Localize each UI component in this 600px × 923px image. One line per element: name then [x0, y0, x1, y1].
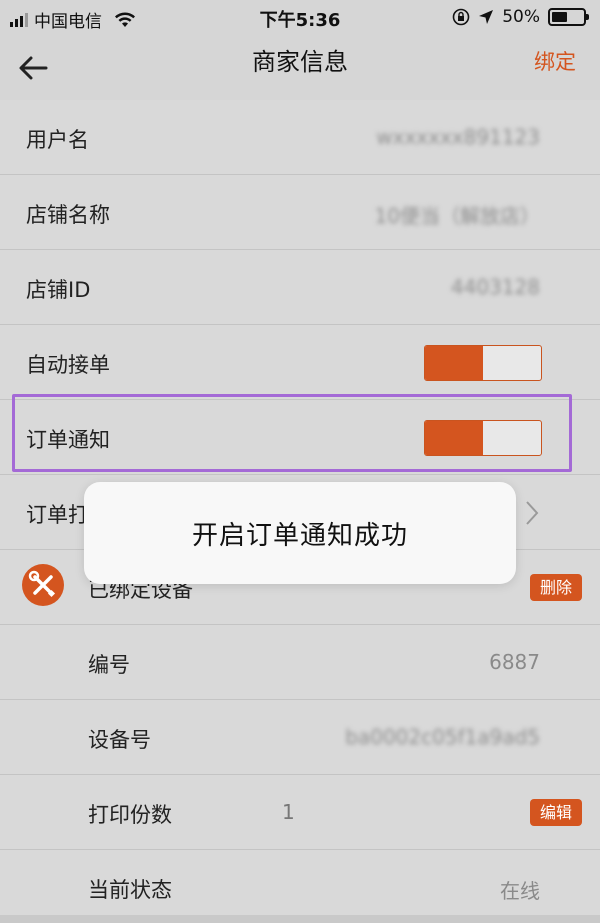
edit-copies-button[interactable]: 编辑 — [529, 799, 582, 826]
toast-text: 开启订单通知成功 — [191, 520, 408, 551]
print-copies-label: 打印份数 — [88, 803, 172, 827]
highlight-box — [12, 394, 572, 472]
toggle-on-segment — [425, 346, 483, 380]
toast-message: 开启订单通知成功 — [84, 482, 516, 584]
battery-icon — [548, 8, 589, 26]
status-bar: 中国电信 下午5:36 50% — [0, 0, 600, 36]
auto-accept-toggle[interactable] — [424, 345, 542, 381]
location-arrow-icon — [479, 10, 494, 24]
delete-device-button[interactable]: 删除 — [529, 574, 582, 601]
status-right: 50% — [452, 7, 589, 27]
store-name-label: 店铺名称 — [26, 203, 110, 227]
row-print-copies: 打印份数 1 编辑 — [0, 775, 600, 850]
number-value: 6887 — [489, 650, 540, 674]
auto-accept-label: 自动接单 — [26, 353, 110, 377]
row-device-no: 设备号 ba0002c05f1a9ad5 — [0, 700, 600, 775]
device-no-value: ba0002c05f1a9ad5 — [345, 725, 540, 749]
store-id-value: 4403128 — [450, 275, 540, 299]
tools-icon — [22, 564, 64, 606]
print-copies-value: 1 — [282, 800, 295, 824]
store-id-label: 店铺ID — [26, 278, 91, 302]
device-no-label: 设备号 — [88, 728, 151, 752]
row-store-id: 店铺ID 4403128 — [0, 250, 600, 325]
bind-button[interactable]: 绑定 — [534, 46, 576, 76]
row-current-status: 当前状态 在线 — [0, 850, 600, 923]
row-auto-accept: 自动接单 — [0, 325, 600, 400]
current-status-value: 在线 — [500, 879, 540, 903]
username-value: wxxxxxx891123 — [376, 125, 540, 149]
row-store-name: 店铺名称 10便当（解放店） — [0, 175, 600, 250]
chevron-right-icon — [526, 501, 539, 525]
row-username: 用户名 wxxxxxx891123 — [0, 100, 600, 175]
current-status-label: 当前状态 — [88, 878, 172, 902]
bottom-strip — [0, 915, 600, 923]
page-title: 商家信息 — [252, 48, 348, 76]
row-number: 编号 6887 — [0, 625, 600, 700]
nav-bar: 商家信息 绑定 — [0, 36, 600, 100]
orientation-lock-icon — [452, 8, 470, 26]
battery-percent: 50% — [502, 7, 540, 27]
username-label: 用户名 — [26, 128, 89, 152]
number-label: 编号 — [88, 653, 130, 677]
store-name-value: 10便当（解放店） — [374, 204, 540, 228]
